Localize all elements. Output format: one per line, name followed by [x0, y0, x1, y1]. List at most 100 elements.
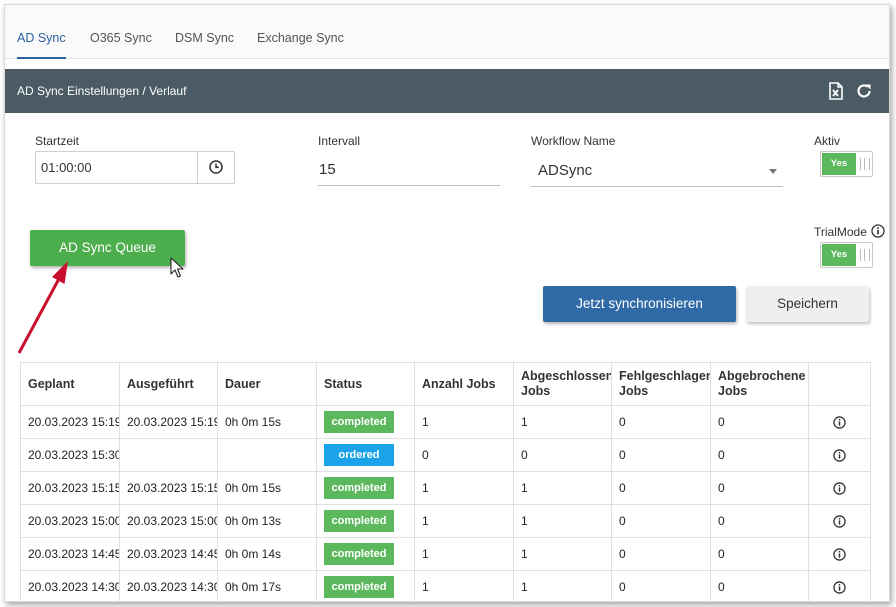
cell-anzahl: 1 [414, 570, 514, 601]
tab-dsm-sync[interactable]: DSM Sync [175, 5, 234, 59]
cell-dauer [217, 438, 317, 472]
trialmode-toggle[interactable]: Yes [820, 242, 873, 268]
cell-geplant: 20.03.2023 15:00: [20, 504, 120, 538]
cell-dauer: 0h 0m 13s [217, 504, 317, 538]
status-badge: completed [324, 477, 394, 499]
cell-abgeschlossen: 0 [513, 438, 612, 472]
cell-abgebrochen: 0 [710, 471, 809, 505]
column-header[interactable]: Fehlgeschlagene Jobs [611, 362, 711, 406]
intervall-input[interactable] [318, 153, 500, 186]
aktiv-label: Aktiv [814, 134, 841, 148]
annotation-arrow-icon [17, 261, 68, 354]
aktiv-toggle[interactable]: Yes [820, 151, 873, 177]
refresh-icon[interactable] [855, 82, 873, 100]
cell-abgeschlossen: 1 [513, 471, 612, 505]
table-row: 20.03.2023 14:30: 20.03.2023 14:30: 0h 0m … [20, 570, 871, 601]
sync-now-button[interactable]: Jetzt synchronisieren [543, 286, 736, 322]
ad-sync-panel: AD Sync O365 Sync DSM Sync Exchange Sync… [4, 4, 890, 602]
cell-ausgefuehrt: 20.03.2023 15:19: [119, 405, 218, 439]
row-info-cell [808, 471, 871, 505]
tab-bar: AD Sync O365 Sync DSM Sync Exchange Sync [5, 5, 889, 59]
column-header[interactable]: Abgebrochene Jobs [710, 362, 809, 406]
table-row: 20.03.2023 14:45: 20.03.2023 14:45: 0h 0m … [20, 537, 871, 571]
tab-ad-sync[interactable]: AD Sync [17, 5, 66, 59]
status-cell: completed [316, 570, 415, 601]
mouse-cursor-icon [170, 257, 184, 278]
aktiv-toggle-on: Yes [822, 153, 856, 175]
cell-ausgefuehrt: 20.03.2023 14:30: [119, 570, 218, 601]
cell-fehlgeschlagen: 0 [611, 537, 711, 571]
info-icon[interactable] [833, 581, 846, 594]
cell-abgeschlossen: 1 [513, 504, 612, 538]
cell-ausgefuehrt: 20.03.2023 14:45: [119, 537, 218, 571]
info-icon[interactable] [833, 515, 846, 528]
status-badge: completed [324, 576, 394, 598]
section-title: AD Sync Einstellungen / Verlauf [17, 84, 187, 98]
info-icon[interactable] [833, 548, 846, 561]
status-badge: completed [324, 510, 394, 532]
trialmode-toggle-on: Yes [822, 244, 856, 266]
intervall-label: Intervall [318, 134, 361, 148]
cell-fehlgeschlagen: 0 [611, 504, 711, 538]
status-cell: ordered [316, 438, 415, 472]
column-header[interactable]: Anzahl Jobs [414, 362, 514, 406]
chevron-down-icon [769, 169, 777, 174]
info-icon[interactable] [833, 482, 846, 495]
cell-abgeschlossen: 1 [513, 405, 612, 439]
cell-dauer: 0h 0m 17s [217, 570, 317, 601]
cell-anzahl: 1 [414, 405, 514, 439]
startzeit-field [35, 151, 235, 184]
status-cell: completed [316, 471, 415, 505]
table-row: 20.03.2023 15:19: 20.03.2023 15:19: 0h 0m … [20, 405, 871, 439]
cell-dauer: 0h 0m 15s [217, 471, 317, 505]
workflow-name-value: ADSync [538, 162, 593, 179]
info-icon[interactable] [833, 416, 846, 429]
table-row: 20.03.2023 15:00: 20.03.2023 15:00: 0h 0m … [20, 504, 871, 538]
save-button[interactable]: Speichern [746, 286, 869, 322]
cell-abgebrochen: 0 [710, 438, 809, 472]
startzeit-input[interactable] [36, 152, 198, 183]
workflow-name-label: Workflow Name [531, 134, 616, 148]
workflow-name-select[interactable]: ADSync [531, 155, 783, 187]
cell-geplant: 20.03.2023 14:30: [20, 570, 120, 601]
info-icon[interactable] [871, 224, 885, 238]
cell-ausgefuehrt [119, 438, 218, 472]
cell-anzahl: 1 [414, 471, 514, 505]
column-header[interactable]: Abgeschlossene Jobs [513, 362, 612, 406]
cell-geplant: 20.03.2023 15:19: [20, 405, 120, 439]
cell-ausgefuehrt: 20.03.2023 15:00: [119, 504, 218, 538]
cell-ausgefuehrt: 20.03.2023 15:15: [119, 471, 218, 505]
cell-fehlgeschlagen: 0 [611, 438, 711, 472]
toggle-grip-icon [860, 158, 870, 170]
status-badge: completed [324, 543, 394, 565]
column-header [808, 362, 871, 406]
cell-geplant: 20.03.2023 14:45: [20, 537, 120, 571]
column-header[interactable]: Ausgeführt [119, 362, 218, 406]
row-info-cell [808, 438, 871, 472]
cell-anzahl: 1 [414, 537, 514, 571]
row-info-cell [808, 570, 871, 601]
status-badge: completed [324, 411, 394, 433]
cell-anzahl: 1 [414, 504, 514, 538]
status-badge: ordered [324, 444, 394, 466]
cell-fehlgeschlagen: 0 [611, 471, 711, 505]
cell-geplant: 20.03.2023 15:15: [20, 471, 120, 505]
info-icon[interactable] [833, 449, 846, 462]
column-header[interactable]: Dauer [217, 362, 317, 406]
section-header: AD Sync Einstellungen / Verlauf [5, 69, 889, 113]
cell-fehlgeschlagen: 0 [611, 405, 711, 439]
cell-dauer: 0h 0m 14s [217, 537, 317, 571]
clock-icon[interactable] [208, 159, 224, 175]
column-header[interactable]: Status [316, 362, 415, 406]
row-info-cell [808, 504, 871, 538]
table-row: 20.03.2023 15:30: ordered 0 0 0 0 [20, 438, 871, 472]
tab-exchange-sync[interactable]: Exchange Sync [257, 5, 344, 59]
cell-abgebrochen: 0 [710, 405, 809, 439]
cell-anzahl: 0 [414, 438, 514, 472]
sync-history-table: Geplant Ausgeführt Dauer Status Anzahl J… [20, 362, 871, 601]
table-row: 20.03.2023 15:15: 20.03.2023 15:15: 0h 0m … [20, 471, 871, 505]
tab-o365-sync[interactable]: O365 Sync [90, 5, 152, 59]
column-header[interactable]: Geplant [20, 362, 120, 406]
excel-export-icon[interactable] [827, 82, 845, 100]
table-header-row: Geplant Ausgeführt Dauer Status Anzahl J… [20, 362, 871, 406]
